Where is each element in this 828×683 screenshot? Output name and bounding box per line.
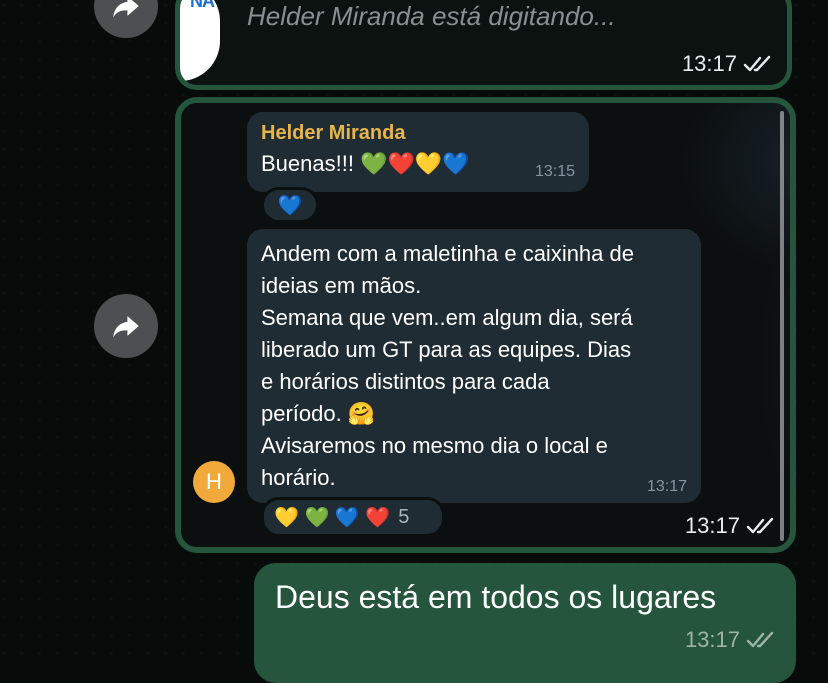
message-time: 13:17 [646, 478, 687, 495]
message-line: Andem com a maletinha e caixinha de [261, 241, 634, 266]
forward-button[interactable] [94, 294, 158, 358]
thumbnail-text: NA [190, 0, 215, 11]
sender-name[interactable]: Helder Miranda [261, 122, 405, 145]
reaction-emojis: 💛 💚 💙 ❤️ [274, 506, 391, 529]
typing-indicator-text: Helder Miranda está digitando... [247, 1, 616, 31]
double-check-icon [746, 517, 774, 534]
forward-icon [113, 316, 139, 338]
timestamp-text: 13:17 [684, 513, 740, 538]
message-line: período. 🤗 [261, 401, 376, 426]
story-reply-bubble-top[interactable]: NA Helder Miranda está digitando... 13:1… [175, 0, 792, 90]
reaction-pill[interactable]: 💛 💚 💙 ❤️ 5 [261, 497, 445, 537]
double-check-icon [746, 631, 774, 648]
reaction-emoji: 💙 [277, 194, 303, 217]
message-timestamp: 13:17 [685, 513, 776, 539]
message-line: horário. [261, 465, 336, 490]
message-line: Semana que vem..em algum dia, será [261, 305, 633, 330]
forward-icon [113, 0, 139, 18]
message-line: Avisaremos no mesmo dia o local e [261, 433, 608, 458]
story-thumbnail[interactable]: NA [180, 0, 220, 81]
message-line: e horários distintos para cada [261, 369, 550, 394]
story-reply-bubble[interactable]: Helder Miranda Buenas!!! 💚❤️💛💙 13:15 💙 A… [175, 97, 796, 553]
message-text: Buenas!!! 💚❤️💛💙 [261, 151, 470, 176]
incoming-message[interactable]: Andem com a maletinha e caixinha de idei… [247, 229, 701, 503]
message-line: ideias em mãos. [261, 273, 422, 298]
avatar[interactable]: H [193, 461, 235, 503]
outgoing-message[interactable]: Deus está em todos os lugares 13:17 [254, 563, 796, 683]
incoming-message[interactable]: Helder Miranda Buenas!!! 💚❤️💛💙 13:15 [247, 112, 589, 192]
message-text-block: Andem com a maletinha e caixinha de idei… [261, 238, 634, 494]
reaction-pill[interactable]: 💙 [261, 187, 319, 223]
timestamp-text: 13:17 [684, 627, 740, 652]
message-line: liberado um GT para as equipes. Dias [261, 337, 632, 362]
timestamp-text: 13:17 [681, 51, 737, 76]
message-timestamp: 13:17 [685, 627, 776, 653]
message-text: Deus está em todos os lugares [275, 579, 717, 615]
message-timestamp: 13:17 [682, 51, 773, 77]
message-time: 13:15 [534, 163, 575, 180]
double-check-icon [743, 55, 771, 72]
story-edge [780, 111, 784, 541]
reaction-count: 5 [398, 505, 410, 528]
